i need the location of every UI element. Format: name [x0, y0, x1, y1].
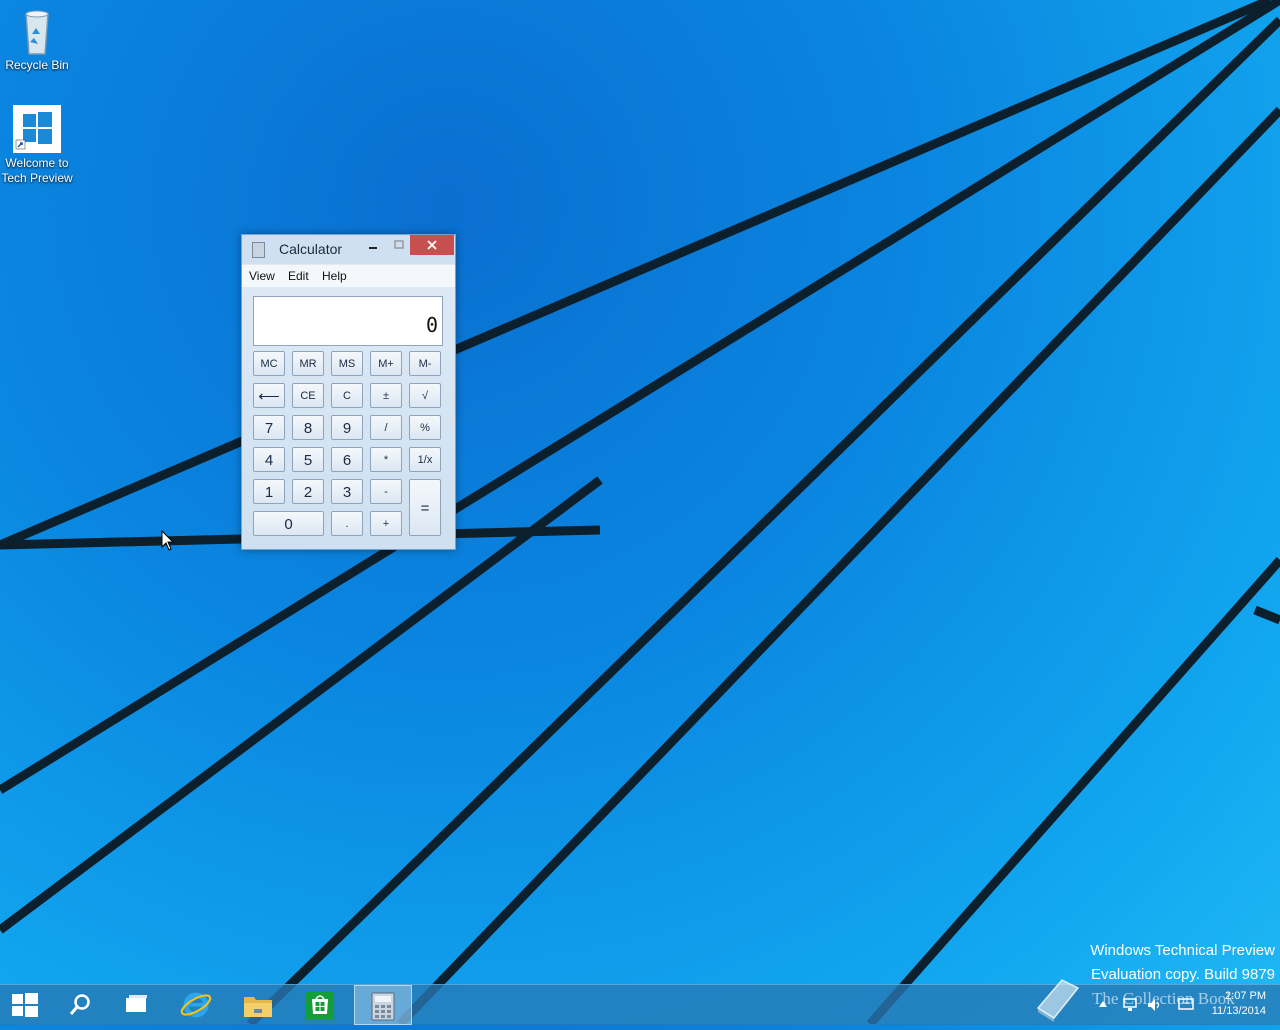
key-4[interactable]: 4: [253, 447, 285, 472]
file-explorer-icon: [244, 997, 272, 1017]
key-divide[interactable]: /: [370, 415, 402, 440]
key-c[interactable]: C: [331, 383, 363, 408]
close-icon: [427, 240, 437, 250]
calculator-body: 0 MC MR MS M+ M- ⟵ CE C ± √ 7 8 9 / % 4 …: [242, 287, 455, 549]
key-decimal[interactable]: .: [331, 511, 363, 536]
file-explorer-button[interactable]: [229, 985, 287, 1025]
key-percent[interactable]: %: [409, 415, 441, 440]
taskbar: 2:07 PM 11/13/2014: [0, 984, 1280, 1025]
key-reciprocal[interactable]: 1/x: [409, 447, 441, 472]
key-add[interactable]: +: [370, 511, 402, 536]
recycle-bin-icon: [12, 6, 62, 56]
key-mr[interactable]: MR: [292, 351, 324, 376]
windows-logo-icon: [12, 104, 62, 154]
key-3[interactable]: 3: [331, 479, 363, 504]
minimize-icon: [369, 247, 377, 249]
calculator-app-icon: [252, 242, 265, 258]
key-sqrt[interactable]: √: [409, 383, 441, 408]
collection-book-watermark: The Collection Book: [1092, 989, 1235, 1008]
key-equals[interactable]: =: [409, 479, 441, 536]
key-8[interactable]: 8: [292, 415, 324, 440]
maximize-icon: [394, 240, 404, 249]
close-button[interactable]: [410, 235, 454, 255]
desktop-wallpaper: [0, 0, 1280, 1024]
calculator-window[interactable]: Calculator View Edit Help 0 MC MR MS M+ …: [241, 234, 456, 550]
menu-view[interactable]: View: [249, 269, 275, 283]
task-view-icon: [126, 995, 147, 1012]
minimize-button[interactable]: [360, 235, 386, 255]
key-ms[interactable]: MS: [331, 351, 363, 376]
key-multiply[interactable]: *: [370, 447, 402, 472]
desktop-icon-welcome[interactable]: Welcome to Tech Preview: [0, 104, 74, 186]
search-icon: [69, 994, 90, 1015]
key-m-plus[interactable]: M+: [370, 351, 402, 376]
evaluation-watermark: Windows Technical Preview Evaluation cop…: [1090, 939, 1275, 987]
key-plus-minus[interactable]: ±: [370, 383, 402, 408]
key-0[interactable]: 0: [253, 511, 324, 536]
key-backspace[interactable]: ⟵: [253, 383, 285, 408]
calculator-icon: [371, 992, 395, 1021]
calculator-display: 0: [253, 296, 443, 346]
store-button[interactable]: [291, 985, 349, 1025]
search-button[interactable]: [50, 985, 108, 1025]
menu-edit[interactable]: Edit: [288, 269, 309, 283]
task-view-button[interactable]: [107, 985, 165, 1025]
window-title: Calculator: [279, 241, 343, 257]
store-icon: [306, 991, 334, 1019]
internet-explorer-icon: [180, 992, 212, 1018]
menu-bar: View Edit Help: [242, 264, 455, 287]
watermark-line1: Windows Technical Preview: [1090, 942, 1275, 959]
desktop-icon-label: Welcome to Tech Preview: [1, 156, 73, 185]
key-9[interactable]: 9: [331, 415, 363, 440]
desktop-icon-recycle-bin[interactable]: Recycle Bin: [0, 6, 74, 73]
mouse-pointer-icon: [161, 530, 175, 551]
key-mc[interactable]: MC: [253, 351, 285, 376]
calculator-titlebar[interactable]: Calculator: [242, 235, 455, 264]
key-subtract[interactable]: -: [370, 479, 402, 504]
key-ce[interactable]: CE: [292, 383, 324, 408]
key-1[interactable]: 1: [253, 479, 285, 504]
key-7[interactable]: 7: [253, 415, 285, 440]
key-6[interactable]: 6: [331, 447, 363, 472]
key-5[interactable]: 5: [292, 447, 324, 472]
desktop-icon-label: Recycle Bin: [5, 58, 69, 72]
maximize-button[interactable]: [386, 235, 412, 255]
key-2[interactable]: 2: [292, 479, 324, 504]
calculator-taskbar-button[interactable]: [354, 985, 412, 1025]
internet-explorer-button[interactable]: [167, 985, 225, 1025]
menu-help[interactable]: Help: [322, 269, 347, 283]
key-m-minus[interactable]: M-: [409, 351, 441, 376]
book-watermark-icon: [1036, 979, 1080, 1022]
display-value: 0: [425, 313, 438, 337]
